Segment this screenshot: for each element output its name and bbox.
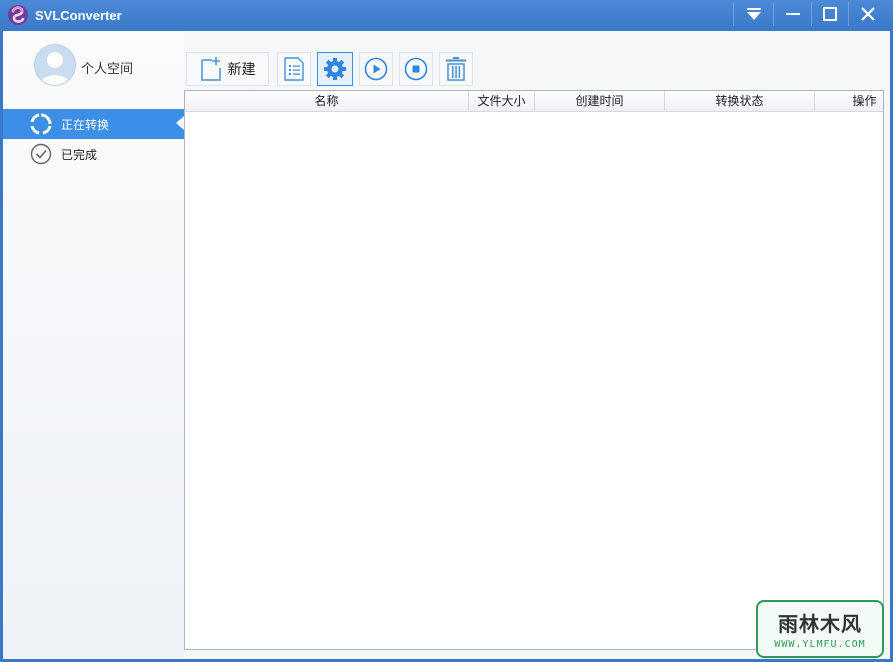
minimize-button[interactable] [775, 0, 811, 28]
delete-button[interactable] [439, 52, 473, 86]
trash-icon [446, 57, 466, 81]
titlebar-separator [848, 2, 849, 26]
sidebar-item-converting[interactable]: 正在转换 [3, 109, 184, 139]
avatar-icon [35, 45, 75, 85]
gear-icon [324, 58, 346, 80]
column-header-actions[interactable]: 操作 [815, 91, 883, 111]
watermark-logo: 雨林木风 WWW.YLMFU.COM [756, 600, 884, 658]
dropdown-menu-button[interactable] [736, 0, 772, 28]
check-circle-icon [30, 143, 52, 165]
stop-button[interactable] [399, 52, 433, 86]
column-header-created-time[interactable]: 创建时间 [535, 91, 665, 111]
watermark-sub-text: WWW.YLMFU.COM [774, 639, 866, 650]
active-indicator [176, 116, 184, 130]
avatar[interactable] [34, 44, 76, 86]
task-table[interactable]: 名称 文件大小 创建时间 转换状态 操作 [184, 90, 884, 650]
sidebar-item-label: 已完成 [61, 147, 98, 162]
new-button[interactable]: 新建 [186, 52, 269, 86]
sidebar: 个人空间 正在转换 已完成 [3, 31, 184, 659]
sidebar-item-completed[interactable]: 已完成 [3, 139, 184, 169]
stop-icon [404, 57, 428, 81]
list-button[interactable] [277, 52, 311, 86]
app-title: SVLConverter [35, 8, 122, 23]
title-bar[interactable]: SVLConverter [0, 0, 893, 31]
titlebar-separator [733, 2, 734, 26]
new-button-label: 新建 [227, 62, 256, 78]
minimize-icon [786, 13, 800, 15]
app-window: SVLConverter 个人空间 正在转换 已完成 新建 名称 文件大小 创建… [0, 0, 893, 662]
close-button[interactable] [850, 0, 886, 28]
client-area: 个人空间 正在转换 已完成 新建 名称 文件大小 创建时间 转换状态 操作 [3, 31, 890, 659]
list-icon [284, 57, 304, 81]
personal-space-label[interactable]: 个人空间 [81, 58, 133, 77]
close-icon [861, 7, 875, 21]
column-header-status[interactable]: 转换状态 [665, 91, 815, 111]
table-header: 名称 文件大小 创建时间 转换状态 操作 [185, 91, 883, 112]
converting-icon [30, 113, 52, 135]
column-header-size[interactable]: 文件大小 [469, 91, 535, 111]
start-button[interactable] [359, 52, 393, 86]
triangle-down-icon [747, 8, 761, 20]
new-file-icon [200, 57, 221, 81]
maximize-icon [823, 7, 837, 21]
titlebar-separator [773, 2, 774, 26]
maximize-button[interactable] [812, 0, 848, 28]
play-icon [364, 57, 388, 81]
column-header-name[interactable]: 名称 [185, 91, 469, 111]
watermark-main-text: 雨林木风 [778, 612, 862, 636]
settings-button[interactable] [317, 52, 353, 86]
sidebar-item-label: 正在转换 [61, 117, 110, 132]
app-logo-icon [8, 5, 28, 25]
